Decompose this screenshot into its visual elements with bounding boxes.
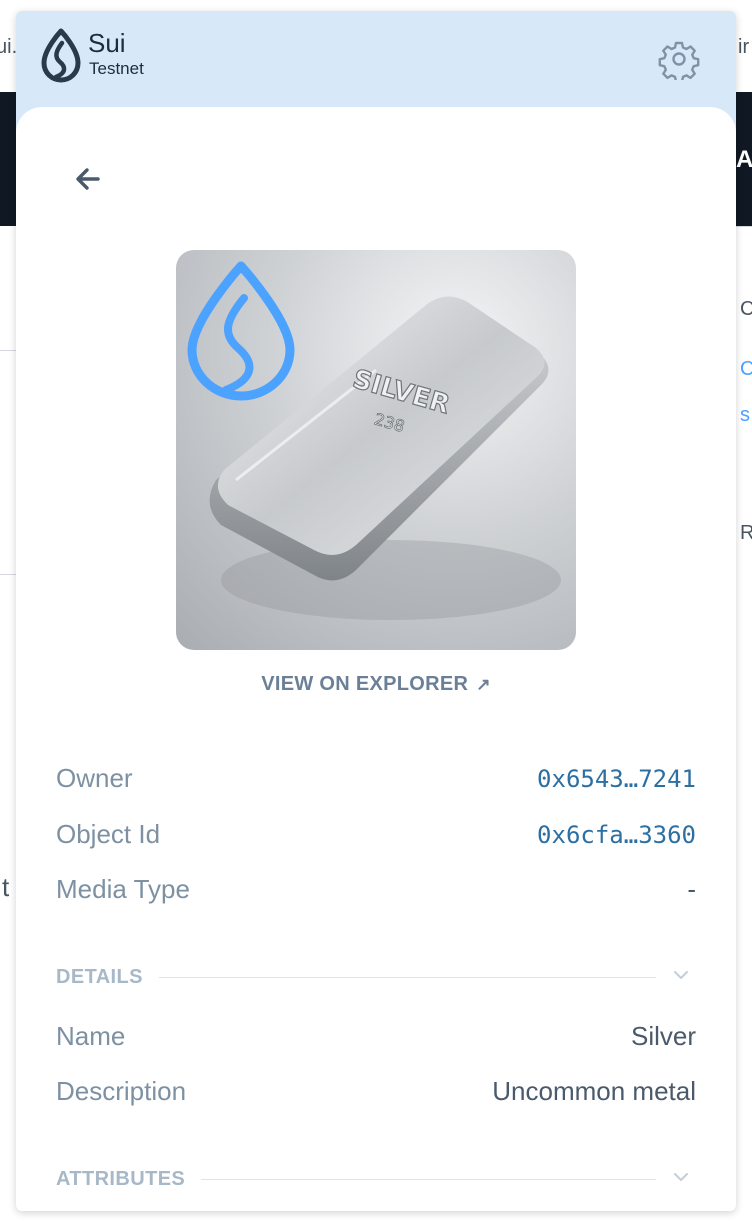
details-section-title: DETAILS [56,966,159,989]
attributes-section-title: ATTRIBUTES [56,1168,202,1191]
background-divider [0,574,16,575]
background-text: t [2,872,10,902]
view-on-explorer-link[interactable]: VIEW ON EXPLORER ↗ [16,673,736,696]
object-id-row: Object Id 0x6cfa…3360 [56,813,696,853]
object-id-label: Object Id [56,819,161,849]
owner-address-link[interactable]: 0x6543…7241 [537,765,696,793]
wallet-header: Sui Testnet [16,11,736,107]
gear-icon[interactable] [658,38,700,80]
arrow-left-icon[interactable] [72,163,104,195]
owner-label: Owner [56,763,133,793]
media-type-label: Media Type [56,874,190,904]
wallet-popup: Sui Testnet SILVER 238 VIEW ON EXPLORER … [16,11,736,1211]
media-type-value: - [687,874,696,904]
description-value: Uncommon metal [492,1076,696,1106]
background-text: s [740,404,750,426]
chevron-down-icon [674,971,688,979]
background-text: ui. [0,36,18,58]
brand-name: Sui [88,28,126,58]
background-divider [736,226,752,227]
arrow-up-right-icon: ↗ [476,675,491,694]
name-row: Name Silver [56,1015,696,1055]
details-section-toggle[interactable]: DETAILS [56,962,696,992]
background-text: ir [738,36,750,58]
background-text: C [740,358,752,380]
attributes-section-toggle[interactable]: ATTRIBUTES [56,1164,696,1194]
owner-row: Owner 0x6543…7241 [56,757,696,797]
silver-bar-image: SILVER 238 [187,261,561,620]
sui-drop-logo-icon [187,261,295,401]
media-type-row: Media Type - [56,868,696,908]
background-text: A [736,146,752,173]
nft-image: SILVER 238 [176,250,576,650]
view-on-explorer-label: VIEW ON EXPLORER [261,673,469,695]
background-divider [0,350,16,351]
sui-logo-icon [41,28,81,83]
nft-details-card: SILVER 238 VIEW ON EXPLORER ↗ Owner 0x654… [16,107,736,1211]
network-name: Testnet [89,59,144,78]
background-text: C [740,298,752,320]
name-value: Silver [630,1021,696,1051]
description-row: Description Uncommon metal [56,1070,696,1110]
chevron-down-icon [674,1173,688,1181]
name-label: Name [56,1021,126,1051]
object-id-link[interactable]: 0x6cfa…3360 [537,821,696,849]
background-text: R [740,522,752,544]
description-label: Description [56,1076,187,1106]
